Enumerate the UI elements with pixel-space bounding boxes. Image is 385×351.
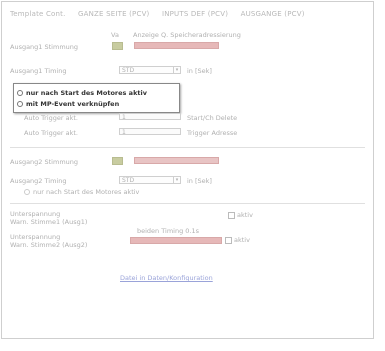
settings-panel: Template Cont. GANZE SEITE (PCV) INPUTS …	[1, 1, 374, 339]
nav-tab-ausgange[interactable]: AUSGANGE (PCV)	[241, 10, 305, 18]
output1-color-swatch[interactable]	[112, 42, 123, 50]
auto-trigger1-label: Auto Trigger akt.	[24, 114, 79, 122]
output2-color-swatch[interactable]	[112, 157, 123, 165]
auto-trigger1-input[interactable]: 1	[119, 113, 181, 121]
column-label-anzeige: Anzeige Q. Speicheradressierung	[133, 31, 241, 39]
output1-timing-label: Ausgang1 Timing	[10, 67, 67, 75]
undervoltage2-bar[interactable]	[130, 237, 222, 244]
undervoltage1-line1: Unterspannung	[10, 210, 61, 218]
output2-timing-value: STD	[122, 177, 135, 184]
section-divider	[10, 147, 365, 148]
output2-timing-label: Ausgang2 Timing	[10, 177, 67, 185]
top-navigation: Template Cont. GANZE SEITE (PCV) INPUTS …	[10, 10, 360, 18]
dropdown-option-mp-event[interactable]: mit MP-Event verknüpfen	[17, 100, 119, 108]
chevron-down-icon: ▾	[173, 67, 180, 73]
undervoltage2-line2: Warn. Stimme2 (Ausg2)	[10, 241, 88, 249]
auto-trigger2-label: Auto Trigger akt.	[24, 129, 79, 137]
nav-tab-template[interactable]: Template Cont.	[10, 10, 66, 18]
radio-icon	[17, 90, 23, 96]
output1-label: Ausgang1 Stimmung	[10, 43, 79, 51]
dropdown-option-motor-start[interactable]: nur nach Start des Motores aktiv	[17, 89, 147, 97]
undervoltage1-line2: Warn. Stimme1 (Ausg1)	[10, 218, 88, 226]
output1-timing-select[interactable]: STD ▾	[119, 66, 181, 74]
undervoltage2-header: beiden Timing 0.1s	[137, 227, 199, 235]
motor-start-option[interactable]: nur nach Start des Motores aktiv	[24, 189, 139, 196]
output2-address-bar[interactable]	[134, 157, 219, 164]
output1-timing-value: STD	[122, 67, 135, 74]
output1-timing-unit: in [Sek]	[187, 67, 212, 75]
auto-trigger2-suffix: Trigger Adresse	[187, 129, 238, 137]
output2-timing-select[interactable]: STD ▾	[119, 176, 181, 184]
chevron-down-icon: ▾	[173, 177, 180, 183]
radio-icon	[24, 189, 30, 195]
section-divider	[10, 203, 365, 204]
radio-icon	[17, 101, 23, 107]
undervoltage2-suffix: aktiv	[234, 236, 250, 244]
undervoltage2-line1: Unterspannung	[10, 233, 61, 241]
auto-trigger2-input[interactable]: 1	[119, 128, 181, 136]
config-file-link[interactable]: Datei in Daten/Konfiguration	[120, 274, 213, 282]
undervoltage1-checkbox[interactable]	[228, 212, 235, 219]
auto-trigger1-suffix: Start/Ch Delete	[187, 114, 238, 122]
undervoltage1-suffix: aktiv	[237, 211, 253, 219]
output2-label: Ausgang2 Stimmung	[10, 158, 79, 166]
nav-tab-ganze-seite[interactable]: GANZE SEITE (PCV)	[78, 10, 150, 18]
column-label-va: Va	[111, 31, 119, 39]
motor-option-dropdown[interactable]: nur nach Start des Motores aktiv mit MP-…	[13, 83, 180, 113]
undervoltage2-checkbox[interactable]	[225, 237, 232, 244]
output2-timing-unit: in [Sek]	[187, 177, 212, 185]
output1-address-bar[interactable]	[134, 42, 219, 49]
nav-tab-inputs[interactable]: INPUTS DEF (PCV)	[162, 10, 228, 18]
